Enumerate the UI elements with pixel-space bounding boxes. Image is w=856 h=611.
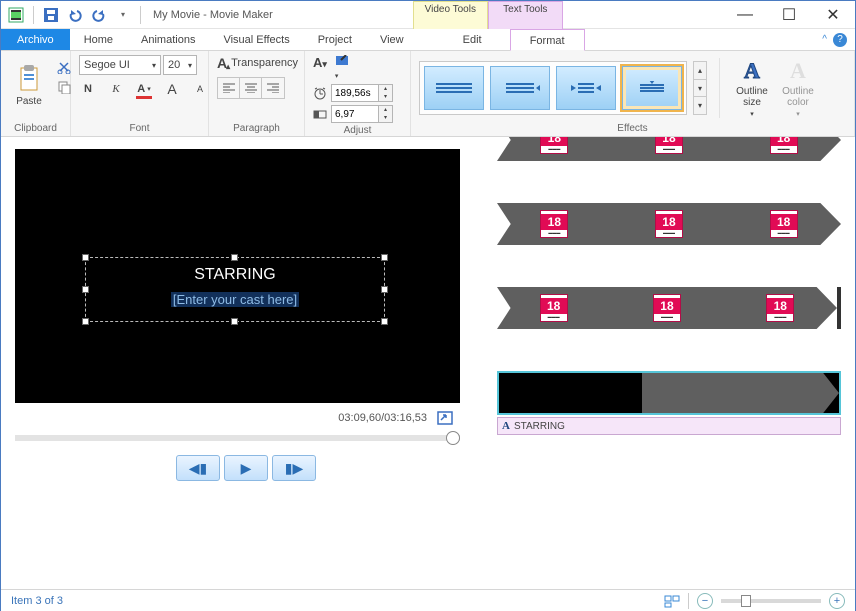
duration-input[interactable] bbox=[331, 84, 379, 102]
effects-more-icon[interactable]: ▾ bbox=[694, 97, 706, 114]
shrink-font-button[interactable]: A bbox=[191, 81, 209, 97]
qat-dropdown-icon[interactable]: ▾ bbox=[112, 4, 134, 26]
time-display: 03:09,60/03:16,53 bbox=[338, 412, 427, 424]
save-icon[interactable] bbox=[40, 4, 62, 26]
start-time-icon bbox=[313, 108, 327, 120]
transparency-button[interactable]: Transparency bbox=[231, 57, 298, 69]
tab-file[interactable]: Archivo bbox=[1, 29, 70, 50]
zoom-in-button[interactable]: + bbox=[829, 593, 845, 609]
font-family-combo[interactable]: Segoe UI▾ bbox=[79, 55, 161, 75]
placeholder-text[interactable]: [Enter your cast here] bbox=[171, 292, 299, 307]
clip-strip[interactable]: 18▬▬▬ 18▬▬▬ 18▬▬▬ bbox=[497, 203, 841, 245]
thumbnail-view-icon[interactable] bbox=[664, 594, 680, 608]
maximize-button[interactable]: ☐ bbox=[767, 1, 811, 29]
effect-thumb-2[interactable] bbox=[490, 66, 550, 110]
separator bbox=[140, 6, 141, 24]
outline-size-button[interactable]: A Outline size▾ bbox=[732, 58, 772, 118]
separator bbox=[33, 6, 34, 24]
duration-spinner[interactable]: ▴▾ bbox=[379, 84, 393, 102]
fullscreen-icon[interactable] bbox=[437, 411, 453, 425]
tab-view[interactable]: View bbox=[366, 29, 418, 50]
effects-down-icon[interactable]: ▾ bbox=[694, 80, 706, 98]
tab-visual-effects[interactable]: Visual Effects bbox=[209, 29, 303, 50]
background-color-icon[interactable]: ▾ bbox=[335, 55, 353, 81]
paste-button[interactable]: Paste bbox=[9, 55, 49, 115]
selected-clip[interactable] bbox=[497, 371, 841, 415]
effects-gallery bbox=[419, 61, 687, 115]
ribbon-toggle-icon[interactable]: ^ bbox=[822, 34, 827, 45]
effects-up-icon[interactable]: ▴ bbox=[694, 62, 706, 80]
outline-color-button[interactable]: A Outline color▾ bbox=[778, 58, 818, 118]
alignment-group bbox=[217, 77, 285, 99]
undo-icon[interactable] bbox=[64, 4, 86, 26]
start-time-spinner[interactable]: ▴▾ bbox=[379, 105, 393, 123]
text-tools-context: Text Tools bbox=[488, 1, 563, 29]
zoom-thumb[interactable] bbox=[741, 595, 751, 607]
help-icon[interactable]: ? bbox=[833, 33, 847, 47]
tab-edit[interactable]: Edit bbox=[435, 29, 510, 50]
redo-icon[interactable] bbox=[88, 4, 110, 26]
tab-animations[interactable]: Animations bbox=[127, 29, 209, 50]
effect-thumb-1[interactable] bbox=[424, 66, 484, 110]
play-button[interactable]: ▶ bbox=[224, 455, 268, 481]
effect-thumb-4[interactable] bbox=[622, 66, 682, 110]
caption-track[interactable]: A STARRING bbox=[497, 417, 841, 435]
font-color-button[interactable]: A▾ bbox=[135, 81, 153, 97]
italic-button[interactable]: K bbox=[107, 81, 125, 97]
adjust-group-label: Adjust bbox=[313, 123, 402, 136]
start-time-input[interactable] bbox=[331, 105, 379, 123]
paste-label: Paste bbox=[16, 96, 42, 107]
tab-home[interactable]: Home bbox=[70, 29, 127, 50]
clip-strip[interactable]: 18▬▬▬ 18▬▬▬ 18▬▬▬ bbox=[497, 287, 841, 329]
zoom-slider[interactable] bbox=[721, 599, 821, 603]
prev-frame-button[interactable]: ◀▮ bbox=[176, 455, 220, 481]
font-size-combo[interactable]: 20▾ bbox=[163, 55, 197, 75]
grow-font-button[interactable]: A bbox=[163, 81, 181, 97]
clipboard-group-label: Clipboard bbox=[9, 121, 62, 134]
seek-bar[interactable] bbox=[15, 435, 460, 441]
title-text: STARRING bbox=[86, 266, 384, 284]
minimize-button[interactable]: — bbox=[723, 1, 767, 29]
next-frame-button[interactable]: ▮▶ bbox=[272, 455, 316, 481]
effects-group-label: Effects bbox=[419, 121, 846, 134]
status-item-count: Item 3 of 3 bbox=[11, 595, 63, 607]
align-left-button[interactable] bbox=[218, 78, 240, 98]
effect-thumb-3[interactable] bbox=[556, 66, 616, 110]
zoom-out-button[interactable]: − bbox=[697, 593, 713, 609]
paragraph-group-label: Paragraph bbox=[217, 121, 296, 134]
effects-scroll: ▴ ▾ ▾ bbox=[693, 61, 707, 115]
app-icon[interactable] bbox=[5, 4, 27, 26]
align-right-button[interactable] bbox=[262, 78, 284, 98]
text-edit-box[interactable]: STARRING [Enter your cast here] bbox=[85, 257, 385, 322]
close-button[interactable]: ✕ bbox=[811, 1, 855, 29]
tab-format[interactable]: Format bbox=[510, 29, 585, 51]
timeline-pane[interactable]: 18▬▬▬ 18▬▬▬ 18▬▬▬ 18▬▬▬ 18▬▬▬ 18▬▬▬ 18▬▬… bbox=[491, 137, 855, 589]
caption-label: STARRING bbox=[514, 421, 565, 432]
align-center-button[interactable] bbox=[240, 78, 262, 98]
window-title: My Movie - Movie Maker bbox=[153, 9, 273, 21]
tab-project[interactable]: Project bbox=[304, 29, 366, 50]
clip-strip[interactable]: 18▬▬▬ 18▬▬▬ 18▬▬▬ bbox=[497, 137, 841, 161]
edit-text-icon[interactable]: A▾ bbox=[313, 55, 327, 81]
font-group-label: Font bbox=[79, 121, 200, 134]
seek-handle[interactable] bbox=[446, 431, 460, 445]
transparency-icon: A▴ bbox=[217, 55, 227, 71]
caption-text-icon: A bbox=[502, 420, 510, 432]
duration-icon bbox=[313, 86, 327, 100]
video-tools-context: Video Tools bbox=[413, 1, 488, 29]
bold-button[interactable]: N bbox=[79, 81, 97, 97]
video-preview[interactable]: STARRING [Enter your cast here] bbox=[15, 149, 460, 403]
